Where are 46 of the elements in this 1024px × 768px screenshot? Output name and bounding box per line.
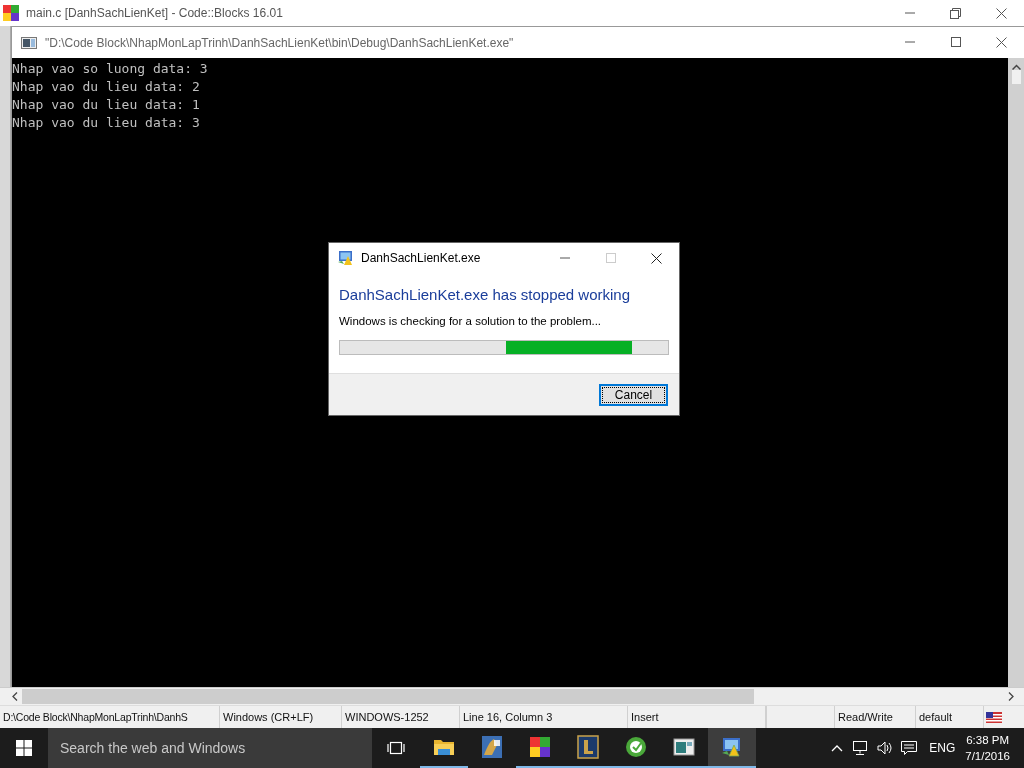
speaker-icon [876,740,895,756]
console-line: Nhap vao du lieu data: 1 [12,96,201,114]
status-text: Read/Write [838,711,893,723]
status-text: Windows (CR+LF) [223,711,314,723]
window-icon [672,735,696,759]
scroll-up-arrow-icon [1011,64,1021,84]
maximize-icon [604,252,616,264]
app-icon [3,5,19,21]
colored-squares-icon [528,735,552,759]
horizontal-scrollbar[interactable] [0,687,1024,705]
status-text: WINDOWS-1252 [345,711,429,723]
scrollbar-thumb[interactable] [22,689,754,704]
window-title: main.c [DanhSachLienKet] - Code::Blocks 16.01 [26,6,284,20]
language-indicator[interactable]: ENG [929,741,956,755]
console-line: Nhap vao du lieu data: 2 [12,78,201,96]
clock-date[interactable]: 7/1/2016 [965,748,1010,764]
status-text: Line 16, Column 3 [463,711,553,723]
dialog-message: Windows is checking for a solution to the problem... [339,315,603,327]
maximize-icon [949,37,961,48]
flag-icon [986,711,1002,723]
status-text: D:\Code Block\NhapMonLapTrinh\DanhS [3,711,188,723]
status-text: Insert [631,711,659,723]
vertical-scrollbar[interactable] [1008,58,1024,687]
console-line: Nhap vao du lieu data: 3 [12,114,201,132]
notification-icon [900,740,919,756]
console-title: "D:\Code Block\NhapMonLapTrinh\DanhSachLienKet\bin\Debug\DanhSachLienKet.exe" [45,35,515,50]
windows-logo-icon [16,740,32,756]
dialog-title: DanhSachLienKet.exe [361,251,482,265]
restore-icon [949,7,961,19]
console-line: Nhap vao so luong data: 3 [12,60,209,78]
status-text: default [919,711,953,723]
letter-l-icon [576,735,600,759]
close-icon [995,37,1007,48]
clock-time[interactable]: 6:38 PM [966,732,1010,748]
task-view-icon [387,741,405,755]
check-circle-icon [624,735,648,759]
taskbar-app-button[interactable] [708,728,756,768]
fpc-icon [480,735,504,759]
error-report-icon [337,249,355,267]
chevron-up-icon [831,744,844,752]
dialog-heading: DanhSachLienKet.exe has stopped working [339,286,632,303]
console-icon [21,36,37,49]
close-icon [995,7,1007,19]
close-icon [650,252,662,264]
search-field[interactable]: Search the web and Windows [48,728,372,768]
cancel-button[interactable]: Cancel [599,383,668,406]
